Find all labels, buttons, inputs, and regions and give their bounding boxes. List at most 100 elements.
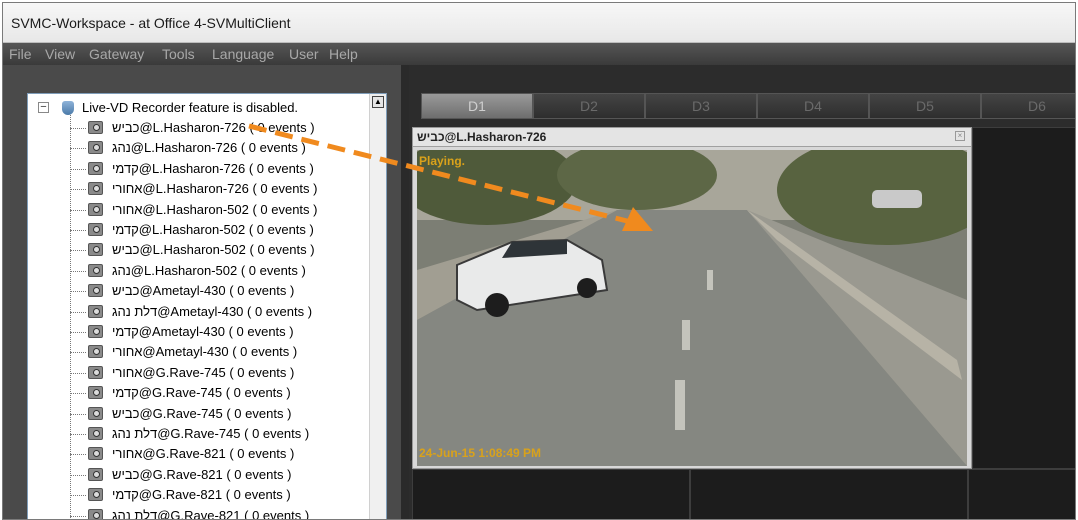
tree-item-label: קדמי@L.Hasharon-502 ( 0 events )	[112, 222, 314, 237]
tree-item[interactable]: דלת נהג@G.Rave-745 ( 0 events )	[28, 424, 368, 444]
camera-icon	[88, 427, 103, 440]
tree-connector-line	[70, 209, 86, 211]
menu-user[interactable]: User	[289, 46, 319, 62]
tree-item[interactable]: דלת נהג@Ametayl-430 ( 0 events )	[28, 302, 368, 322]
camera-icon	[88, 243, 103, 257]
application-window: SVMC-Workspace - at Office 4-SVMultiClie…	[2, 2, 1076, 520]
tree-item[interactable]: אחורי@G.Rave-745 ( 0 events )	[28, 363, 368, 383]
tree-connector-line	[70, 515, 86, 517]
tree-connector-line	[70, 291, 86, 293]
tree-root[interactable]: − Live-VD Recorder feature is disabled.	[28, 98, 368, 118]
camera-icon	[88, 467, 103, 481]
camera-icon	[88, 223, 103, 236]
scroll-up-arrow-icon[interactable]: ▲	[372, 96, 384, 108]
tree-connector-line	[70, 311, 86, 313]
tree-item-label: כביש@G.Rave-821 ( 0 events )	[112, 466, 292, 482]
tree-connector-line	[70, 352, 86, 354]
tree-item-label: אחורי@L.Hasharon-502 ( 0 events )	[112, 201, 318, 217]
video-cell-empty[interactable]	[968, 469, 1075, 519]
menu-view[interactable]: View	[45, 46, 75, 62]
tree-item[interactable]: נהג@L.Hasharon-726 ( 0 events )	[28, 138, 368, 158]
tree-connector-line	[70, 189, 86, 191]
tree-item-label: דלת נהג@Ametayl-430 ( 0 events )	[112, 303, 313, 319]
tree-item[interactable]: כביש@G.Rave-821 ( 0 events )	[28, 465, 368, 485]
tree-connector-line	[70, 413, 86, 415]
tree-item[interactable]: קדמי@Ametayl-430 ( 0 events )	[28, 322, 368, 342]
tree-item-label: אחורי@Ametayl-430 ( 0 events )	[112, 344, 298, 360]
tree-connector-line	[70, 250, 86, 252]
tab-d5[interactable]: D5	[869, 93, 981, 119]
close-icon[interactable]: ×	[955, 131, 965, 141]
camera-icon	[88, 447, 103, 461]
tree-item[interactable]: כביש@G.Rave-745 ( 0 events )	[28, 404, 368, 424]
menu-file[interactable]: File	[9, 46, 32, 62]
tree-connector-line	[70, 372, 86, 374]
camera-icon	[88, 182, 103, 196]
tree-item-label: קדמי@G.Rave-745 ( 0 events )	[112, 385, 291, 401]
tree-item-label: דלת נהג@G.Rave-821 ( 0 events )	[112, 507, 310, 520]
camera-icon	[88, 386, 103, 400]
tree-item-label: כביש@Ametayl-430 ( 0 events )	[112, 283, 295, 299]
tree-connector-line	[70, 168, 86, 170]
tree-item[interactable]: אחורי@G.Rave-821 ( 0 events )	[28, 444, 368, 464]
camera-icon	[88, 365, 103, 379]
tree-item-label: אחורי@G.Rave-745 ( 0 events )	[112, 364, 295, 380]
panel-divider[interactable]	[401, 65, 409, 519]
tree-item-label: קדמי@Ametayl-430 ( 0 events )	[112, 324, 294, 339]
tree-item[interactable]: כביש@L.Hasharon-502 ( 0 events )	[28, 240, 368, 260]
video-timestamp: 24-Jun-15 1:08:49 PM	[419, 446, 542, 460]
tab-d2[interactable]: D2	[533, 93, 645, 119]
camera-icon	[88, 141, 103, 155]
tree-scrollbar[interactable]: ▲	[369, 94, 386, 519]
playback-status: Playing.	[419, 154, 466, 168]
menu-tools[interactable]: Tools	[162, 46, 195, 62]
tree-item[interactable]: אחורי@L.Hasharon-726 ( 0 events )	[28, 179, 368, 199]
tree-item[interactable]: קדמי@L.Hasharon-502 ( 0 events )	[28, 220, 368, 240]
camera-icon	[88, 284, 103, 298]
tree-root-label: Live-VD Recorder feature is disabled.	[82, 100, 299, 115]
tree-item[interactable]: כביש@Ametayl-430 ( 0 events )	[28, 281, 368, 301]
video-window[interactable]: כביש@L.Hasharon-726 × Playing. 24-Jun-15…	[412, 127, 972, 469]
menu-language[interactable]: Language	[212, 46, 274, 62]
video-cell-empty[interactable]	[412, 469, 690, 519]
tree-connector-line	[70, 434, 86, 435]
tab-d4[interactable]: D4	[757, 93, 869, 119]
tree-item[interactable]: נהג@L.Hasharon-502 ( 0 events )	[28, 261, 368, 281]
tree-connector-line	[70, 128, 86, 129]
menu-bar: File View Gateway Tools Language User He…	[3, 43, 1075, 65]
tree-item[interactable]: אחורי@Ametayl-430 ( 0 events )	[28, 342, 368, 362]
tree-item-label: כביש@L.Hasharon-502 ( 0 events )	[112, 242, 315, 258]
menu-help[interactable]: Help	[329, 46, 358, 62]
tree-item[interactable]: קדמי@G.Rave-745 ( 0 events )	[28, 383, 368, 403]
video-cell-empty[interactable]	[972, 127, 1075, 469]
camera-icon	[88, 202, 103, 216]
camera-icon	[88, 406, 103, 420]
tab-d1[interactable]: D1	[421, 93, 533, 119]
tree-connector-line	[70, 393, 86, 395]
tree-item[interactable]: קדמי@L.Hasharon-726 ( 0 events )	[28, 159, 368, 179]
device-panel: ▲ − Live-VD Recorder feature is disabled…	[3, 65, 401, 520]
window-title: SVMC-Workspace - at Office 4-SVMultiClie…	[11, 15, 291, 31]
tree-item-label: אחורי@L.Hasharon-726 ( 0 events )	[112, 181, 318, 197]
collapse-icon[interactable]: −	[38, 102, 49, 113]
video-cell-empty[interactable]	[690, 469, 968, 519]
tree-connector-line	[70, 454, 86, 456]
tree-item[interactable]: כביש@L.Hasharon-726 ( 0 events )	[28, 118, 368, 138]
tree-item-label: אחורי@G.Rave-821 ( 0 events )	[112, 446, 295, 462]
tree-connector-line	[70, 332, 86, 333]
video-title-bar[interactable]: כביש@L.Hasharon-726 ×	[413, 128, 971, 147]
tree-item-label: כביש@L.Hasharon-726 ( 0 events )	[112, 120, 315, 135]
tree-item[interactable]: קדמי@G.Rave-821 ( 0 events )	[28, 485, 368, 505]
camera-icon	[88, 263, 103, 277]
viewer-panel: D1 D2 D3 D4 D5 D6 כביש@L.Hasharon-726 ×	[409, 65, 1075, 519]
tree-connector-line	[70, 148, 86, 150]
tree-item-label: נהג@L.Hasharon-502 ( 0 events )	[112, 262, 306, 278]
tree-item[interactable]: דלת נהג@G.Rave-821 ( 0 events )	[28, 506, 368, 520]
tab-d6[interactable]: D6	[981, 93, 1075, 119]
tree-connector-line	[70, 270, 86, 272]
video-feed[interactable]: Playing. 24-Jun-15 1:08:49 PM	[417, 150, 967, 466]
camera-icon	[88, 488, 103, 502]
tree-item[interactable]: אחורי@L.Hasharon-502 ( 0 events )	[28, 200, 368, 220]
tab-d3[interactable]: D3	[645, 93, 757, 119]
menu-gateway[interactable]: Gateway	[89, 46, 144, 62]
